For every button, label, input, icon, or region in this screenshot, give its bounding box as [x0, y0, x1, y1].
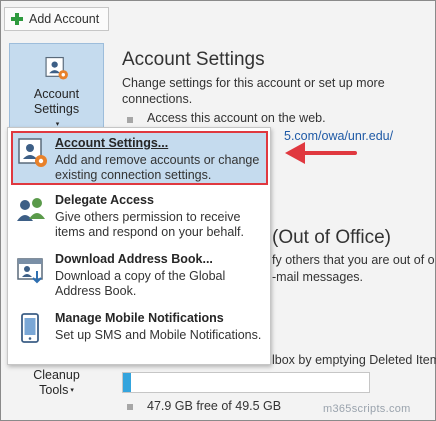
menu-item-title: Account Settings... [55, 136, 169, 150]
plus-icon [11, 13, 23, 25]
bullet-icon [127, 404, 133, 410]
menu-item-delegate-access[interactable]: Delegate Access Give others permission t… [8, 190, 270, 247]
menu-item-title: Download Address Book... [55, 252, 213, 266]
account-settings-description: Change settings for this account or set … [122, 76, 385, 106]
cleanup-label: Cleanup [33, 367, 80, 382]
menu-item-subtitle: Download a copy of the Global Address Bo… [55, 269, 226, 298]
chevron-down-icon: ▾ [70, 387, 74, 395]
out-of-office-desc-line1: fy others that you are out of o [272, 253, 435, 267]
menu-item-subtitle: Give others permission to receive items … [55, 210, 245, 239]
delegate-people-icon [17, 198, 45, 221]
account-settings-icon [18, 138, 47, 167]
bullet-icon [127, 117, 133, 123]
menu-item-download-address-book[interactable]: Download Address Book... Download a copy… [8, 249, 270, 306]
out-of-office-heading: (Out of Office) [272, 227, 391, 248]
address-book-icon [17, 258, 43, 284]
add-account-label: Add Account [29, 12, 100, 26]
add-account-button[interactable]: Add Account [4, 7, 109, 31]
menu-item-title: Manage Mobile Notifications [55, 311, 224, 325]
menu-item-subtitle: Add and remove accounts or change existi… [55, 153, 260, 182]
cleanup-tools-button[interactable]: Cleanup Tools ▾ [9, 363, 104, 403]
menu-item-account-settings[interactable]: Account Settings... Add and remove accou… [11, 131, 268, 185]
tools-label: Tools [39, 382, 69, 397]
menu-item-title: Delegate Access [55, 193, 154, 207]
menu-item-manage-mobile-notifications[interactable]: Manage Mobile Notifications Set up SMS a… [8, 308, 270, 365]
account-settings-icon [44, 56, 68, 80]
out-of-office-desc-line2: -mail messages. [272, 270, 363, 284]
mobile-phone-icon [21, 313, 39, 343]
account-settings-heading: Account Settings [122, 49, 265, 70]
web-access-text: Access this account on the web. [147, 111, 326, 125]
storage-text: 47.9 GB free of 49.5 GB [147, 399, 282, 413]
menu-item-subtitle: Set up SMS and Mobile Notifications. [55, 328, 262, 342]
account-settings-button-label: Account Settings ▾ [34, 87, 79, 132]
account-settings-menu: Account Settings... Add and remove accou… [7, 127, 271, 365]
account-settings-button[interactable]: Account Settings ▾ [9, 43, 104, 133]
mailbox-usage-bar [122, 372, 370, 393]
red-arrow-annotation-icon [285, 142, 357, 164]
watermark: m365scripts.com [323, 403, 411, 415]
mailbox-usage-fill [123, 373, 131, 392]
mailbox-cleanup-description: lbox by emptying Deleted Items [272, 353, 436, 367]
